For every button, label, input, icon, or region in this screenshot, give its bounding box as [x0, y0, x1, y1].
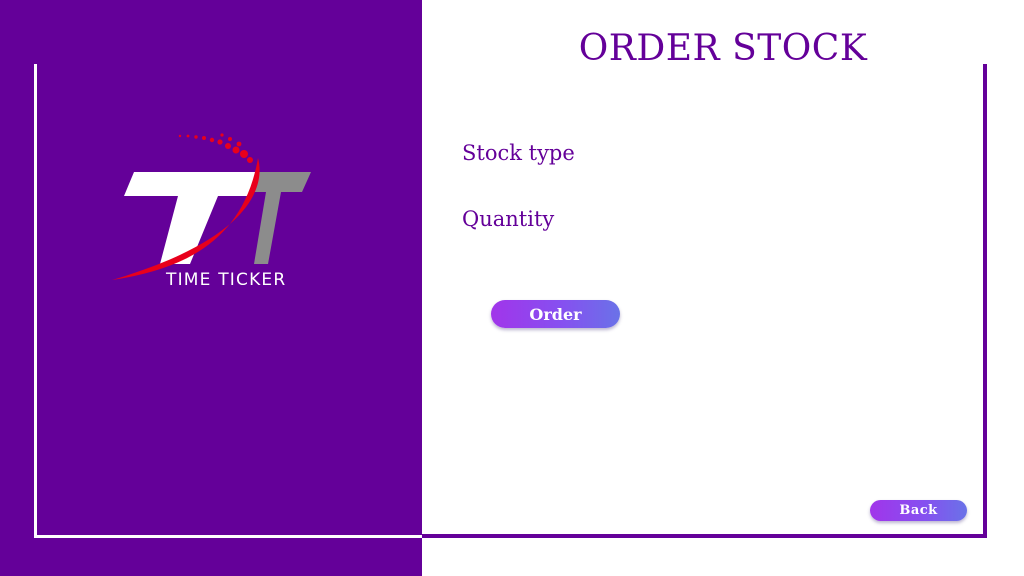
logo-text: TIME TICKER — [166, 270, 287, 290]
page-title: ORDER STOCK — [578, 28, 868, 69]
frame-right-vertical — [983, 64, 987, 538]
quantity-label: Quantity — [462, 207, 555, 231]
frame-left-vertical — [34, 64, 37, 538]
back-button[interactable]: Back — [870, 500, 967, 521]
order-form-panel — [422, 0, 1024, 576]
frame-left-bottom — [34, 535, 422, 538]
stock-type-label: Stock type — [462, 141, 575, 165]
frame-right-bottom — [422, 534, 987, 538]
order-button[interactable]: Order — [491, 300, 620, 328]
